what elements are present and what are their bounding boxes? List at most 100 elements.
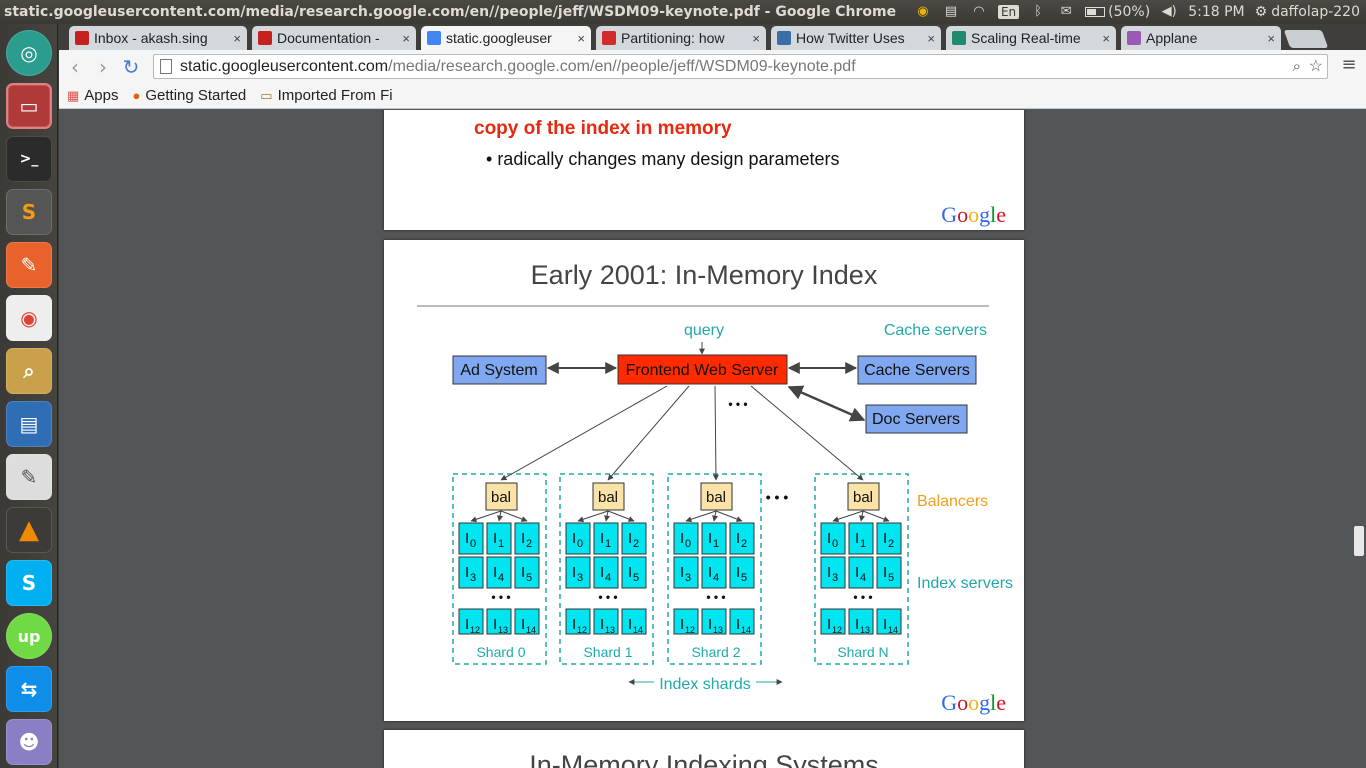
index-server-label: I <box>600 564 604 581</box>
chrome-menu-icon[interactable]: ≡ <box>1340 54 1358 76</box>
file-manager-icon[interactable]: ▭ <box>6 83 52 129</box>
query-label: query <box>684 322 724 339</box>
chrome-window: Inbox - akash.sing × Documentation - × stati… <box>59 24 1366 768</box>
upwork-icon[interactable]: up <box>6 613 52 659</box>
index-server-label: I <box>680 564 684 581</box>
index-subscript: 1 <box>713 538 719 550</box>
reload-button[interactable]: ↻ <box>119 55 143 79</box>
index-server-label: I <box>883 564 887 581</box>
vlc-icon[interactable]: ▲ <box>6 507 52 553</box>
chrome-tray-icon[interactable]: ◉ <box>914 4 932 20</box>
google-icon <box>427 31 441 45</box>
tab-close-icon[interactable]: × <box>233 31 241 46</box>
index-subscript: 3 <box>470 572 476 584</box>
tab-label: Documentation - <box>277 30 380 46</box>
index-subscript: 4 <box>713 572 719 584</box>
ubuntu-dash-icon[interactable]: ◎ <box>6 30 52 76</box>
tab-label: Applane <box>1146 30 1198 46</box>
browser-tab-0[interactable]: Inbox - akash.sing × <box>69 26 247 50</box>
volume-icon[interactable]: ◀) <box>1160 4 1178 20</box>
bluetooth-icon[interactable]: ᛒ <box>1029 4 1047 20</box>
balancer-to-index-arrow <box>859 510 866 522</box>
index-server-label: I <box>465 564 469 581</box>
image-viewer-icon[interactable]: ⌕ <box>6 348 52 394</box>
browser-tab-1[interactable]: Documentation - × <box>252 26 416 50</box>
index-subscript: 5 <box>526 572 532 584</box>
shard-label: Shard 0 <box>476 644 525 660</box>
vertical-scrollbar[interactable] <box>1352 110 1366 768</box>
libreoffice-writer-icon[interactable]: ▤ <box>6 401 52 447</box>
bookmark-apps[interactable]: ▦ Apps <box>67 87 119 104</box>
browser-tab-2[interactable]: static.googleuser × <box>421 26 591 50</box>
gear-icon: ⚙ <box>1254 4 1268 20</box>
teamviewer-icon[interactable]: ⇆ <box>6 666 52 712</box>
back-button[interactable]: ‹ <box>63 55 87 79</box>
tab-close-icon[interactable]: × <box>1102 31 1110 46</box>
forward-button[interactable]: › <box>91 55 115 79</box>
balancer-to-index-arrow <box>607 510 635 522</box>
mail-icon[interactable]: ✉ <box>1057 4 1075 20</box>
index-server-label: I <box>855 530 859 547</box>
index-ellipsis: • • • <box>598 590 617 604</box>
browser-tab-5[interactable]: Scaling Real-time × <box>946 26 1116 50</box>
clock[interactable]: 5:18 PM <box>1188 4 1244 20</box>
tab-close-icon[interactable]: × <box>927 31 935 46</box>
index-subscript: 5 <box>741 572 747 584</box>
redis-icon <box>602 31 616 45</box>
index-subscript: 3 <box>685 572 691 584</box>
index-server-label: I <box>680 530 684 547</box>
browser-tab-6[interactable]: Applane × <box>1121 26 1281 50</box>
session-menu[interactable]: ⚙ daffolap-220 <box>1255 4 1360 20</box>
stackexchange-icon <box>777 31 791 45</box>
balancer-label: bal <box>706 489 726 506</box>
browser-tab-3[interactable]: Partitioning: how × <box>596 26 766 50</box>
chrome-icon[interactable]: ◉ <box>6 295 52 341</box>
index-server-label: I <box>521 564 525 581</box>
index-subscript: 12 <box>470 625 480 635</box>
sublime-text-icon[interactable]: S <box>6 189 52 235</box>
wifi-icon[interactable]: ◠ <box>970 4 988 20</box>
printer-icon[interactable]: ▤ <box>942 4 960 20</box>
index-subscript: 1 <box>498 538 504 550</box>
browser-tab-4[interactable]: How Twitter Uses × <box>771 26 941 50</box>
balancers-caption: Balancers <box>917 493 988 510</box>
index-subscript: 0 <box>577 538 583 550</box>
zoom-icon[interactable]: ⌕ <box>1293 55 1301 78</box>
index-subscript: 4 <box>498 572 504 584</box>
index-server-label: I <box>736 616 740 633</box>
tab-label: Partitioning: how <box>621 30 725 46</box>
slide-highlight-text: copy of the index in memory <box>474 118 732 139</box>
index-server-label: I <box>628 564 632 581</box>
index-subscript: 13 <box>713 625 723 635</box>
index-server-label: I <box>855 564 859 581</box>
next-slide-title: In-Memory Indexing Systems <box>529 750 879 768</box>
keyboard-layout-indicator[interactable]: En <box>997 5 1020 19</box>
ad-system-label: Ad System <box>460 362 537 379</box>
bookmark-getting-started[interactable]: ● Getting Started <box>133 87 247 104</box>
bookmark-star-icon[interactable]: ☆ <box>1309 55 1323 78</box>
postman-icon[interactable]: ✎ <box>6 242 52 288</box>
pidgin-icon[interactable]: ☻ <box>6 719 52 765</box>
tab-close-icon[interactable]: × <box>1267 31 1275 46</box>
terminal-icon[interactable]: >_ <box>6 136 52 182</box>
scrollbar-thumb[interactable] <box>1354 526 1364 556</box>
index-subscript: 4 <box>605 572 611 584</box>
bookmark-imported-folder[interactable]: ▭ Imported From Fi <box>260 87 392 104</box>
tab-close-icon[interactable]: × <box>577 31 585 46</box>
balancer-to-index-arrow <box>470 510 502 523</box>
skype-icon[interactable]: S <box>6 560 52 606</box>
tab-label: Inbox - akash.sing <box>94 30 208 46</box>
battery-indicator[interactable]: (50%) <box>1085 4 1150 20</box>
text-editor-icon[interactable]: ✎ <box>6 454 52 500</box>
tab-close-icon[interactable]: × <box>402 31 410 46</box>
index-server-label: I <box>493 616 497 633</box>
puzzle-icon <box>1127 31 1141 45</box>
new-tab-button[interactable] <box>1283 30 1329 48</box>
index-server-label: I <box>736 530 740 547</box>
index-server-label: I <box>572 530 576 547</box>
balancer-to-index-arrow <box>497 510 504 522</box>
cache-servers-caption: Cache servers <box>884 322 987 339</box>
address-bar[interactable]: static.googleusercontent.com/media/resea… <box>153 54 1328 79</box>
pdf-viewer[interactable]: copy of the index in memory • radically … <box>59 110 1366 768</box>
tab-close-icon[interactable]: × <box>752 31 760 46</box>
